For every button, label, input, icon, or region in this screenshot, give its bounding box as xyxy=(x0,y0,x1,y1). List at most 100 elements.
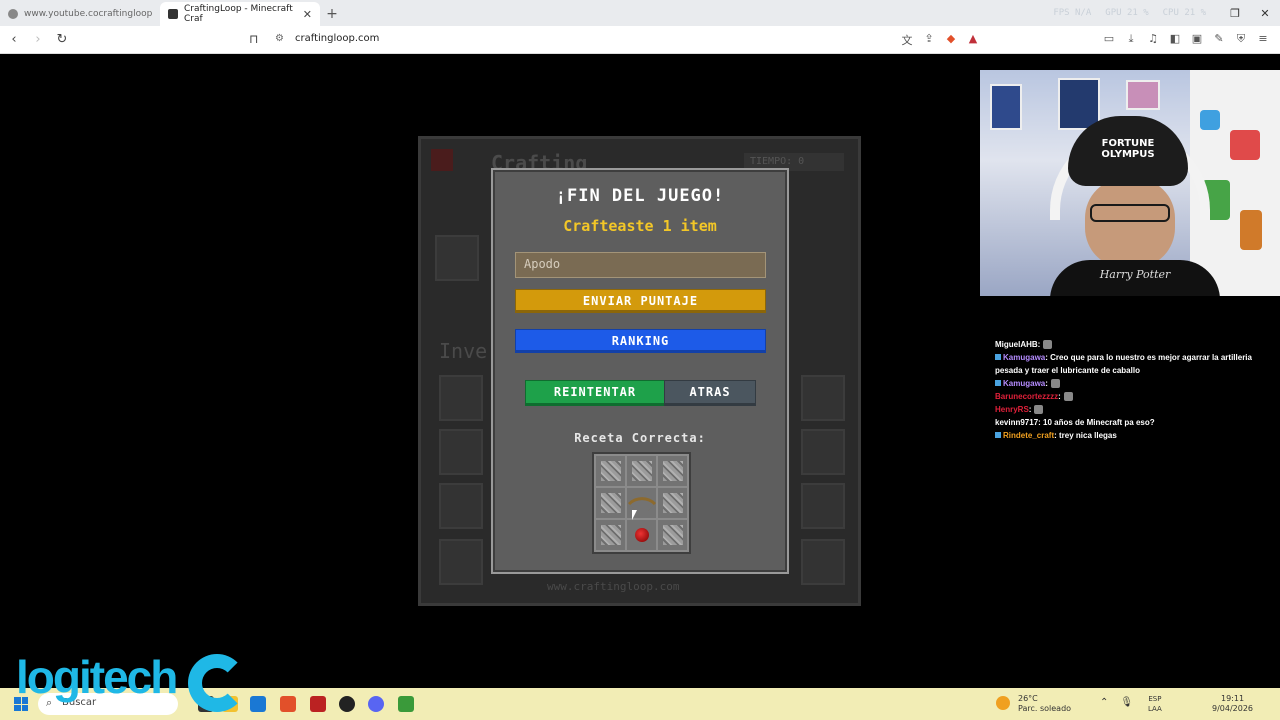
badge-icon xyxy=(995,380,1001,386)
lang-layout: LAA xyxy=(1148,705,1162,713)
microphone-icon[interactable]: 🎙 xyxy=(1120,697,1133,708)
face xyxy=(1085,178,1175,268)
cobblestone-icon xyxy=(600,525,621,545)
recipe-slot xyxy=(658,488,687,518)
emote-icon xyxy=(1050,379,1060,389)
weather-desc: Parc. soleado xyxy=(1018,704,1072,713)
tab-title: www.youtube.cocraftingloop xyxy=(24,9,153,19)
clock[interactable]: 19:11 9/04/2026 xyxy=(1212,694,1253,714)
vpn-icon[interactable]: ✎ xyxy=(1212,32,1226,46)
cobblestone-icon xyxy=(600,461,621,481)
restore-icon[interactable]: ❐ xyxy=(1220,7,1250,20)
cobblestone-icon xyxy=(631,461,652,481)
chat-message: HenryRS: xyxy=(995,403,1280,416)
cap: FORTUNE OLYMPUS xyxy=(1068,116,1188,186)
forward-icon[interactable]: › xyxy=(28,32,48,47)
tab-youtube[interactable]: www.youtube.cocraftingloop xyxy=(0,2,160,26)
translate-icon[interactable]: 文 xyxy=(900,32,914,48)
bookmark-icon[interactable]: ⊓ xyxy=(249,32,258,46)
back-icon[interactable]: ‹ xyxy=(4,32,24,47)
obs-icon[interactable] xyxy=(339,696,355,712)
browser-extensions: ▭ ⤓ ♫ ◧ ▣ ✎ ⛨ ≡ xyxy=(1102,32,1270,46)
browser-tab-bar: www.youtube.cocraftingloop CraftingLoop … xyxy=(0,0,1280,26)
address-bar-actions: 文 ⇪ ◆ ▲ xyxy=(900,32,980,48)
store-icon[interactable] xyxy=(250,696,266,712)
logitech-logo: logitech xyxy=(16,651,178,703)
close-window-icon[interactable]: ✕ xyxy=(1250,7,1280,20)
recipe-slot xyxy=(658,520,687,550)
stream-chat: MiguelAHB: Kamugawa: Creo que para lo nu… xyxy=(995,338,1280,442)
score-summary: Crafteaste 1 item xyxy=(563,217,717,235)
chat-message: MiguelAHB: xyxy=(995,338,1280,351)
minecraft-icon[interactable] xyxy=(398,696,414,712)
new-tab-button[interactable]: + xyxy=(320,2,344,26)
gpu-readout: GPU 21 % xyxy=(1105,8,1149,18)
close-tab-icon[interactable]: ✕ xyxy=(303,8,312,21)
emote-icon xyxy=(1043,340,1053,350)
glasses xyxy=(1090,204,1170,222)
clock-time: 19:11 xyxy=(1220,694,1245,703)
cpu-readout: CPU 21 % xyxy=(1162,8,1206,18)
game-over-modal: ¡FIN DEL JUEGO! Crafteaste 1 item Apodo … xyxy=(491,168,789,574)
inventory-label: Inve xyxy=(439,339,488,363)
tab-craftingloop[interactable]: CraftingLoop - Minecraft Craf ✕ xyxy=(160,2,320,26)
sun-icon xyxy=(996,696,1010,710)
redstone-icon xyxy=(634,528,649,542)
weather-widget[interactable]: 26°C Parc. soleado xyxy=(996,694,1072,714)
inventory-slot xyxy=(801,483,845,529)
ranking-button[interactable]: RANKING xyxy=(515,329,766,353)
recipe-slot xyxy=(627,520,656,550)
figure xyxy=(1230,130,1260,160)
emote-icon xyxy=(1063,392,1073,402)
cobblestone-icon xyxy=(662,461,683,481)
window-controls: FPS N/A GPU 21 % CPU 21 % ❐ ✕ xyxy=(1053,0,1280,26)
badge-icon xyxy=(995,354,1001,360)
tray-chevron-icon[interactable]: ⌃ xyxy=(1100,697,1108,708)
music-icon[interactable]: ♫ xyxy=(1146,32,1160,46)
badge-icon xyxy=(995,432,1001,438)
address-bar[interactable]: craftingloop.com xyxy=(295,33,379,44)
menu-icon[interactable]: ≡ xyxy=(1256,32,1270,46)
retry-button[interactable]: REINTENTAR xyxy=(525,380,665,406)
game-close-icon xyxy=(431,149,453,171)
inventory-slot xyxy=(801,429,845,475)
figure xyxy=(1240,210,1262,250)
submit-score-button[interactable]: ENVIAR PUNTAJE xyxy=(515,289,766,313)
streamer: FORTUNE OLYMPUS Harry Potter xyxy=(1050,110,1220,296)
system-tray: ⌃ 🎙 xyxy=(1100,697,1133,708)
poster xyxy=(990,84,1022,130)
inventory-slot xyxy=(439,483,483,529)
game-footer-url: www.craftingloop.com xyxy=(547,580,680,593)
webcam-overlay: FORTUNE OLYMPUS Harry Potter xyxy=(980,70,1280,296)
wallet-icon[interactable]: ▣ xyxy=(1190,32,1204,46)
recipe-grid xyxy=(592,452,691,554)
shield-icon[interactable]: ⛨ xyxy=(1234,32,1248,46)
chat-message: Barunecortezzzz: xyxy=(995,390,1280,403)
weather-temp: 26°C xyxy=(1018,694,1038,703)
chat-message: Kamugawa: xyxy=(995,377,1280,390)
recipe-slot xyxy=(596,520,625,550)
inventory-slot xyxy=(801,375,845,421)
streamer-app-icon[interactable] xyxy=(310,696,326,712)
recipe-slot xyxy=(596,488,625,518)
site-settings-icon[interactable]: ⚙ xyxy=(275,33,284,44)
discord-icon[interactable] xyxy=(368,696,384,712)
sidebar-icon[interactable]: ▭ xyxy=(1102,32,1116,46)
download-icon[interactable]: ⤓ xyxy=(1124,32,1138,46)
nickname-input[interactable]: Apodo xyxy=(515,252,766,278)
brave-rewards-icon[interactable]: ▲ xyxy=(966,32,980,48)
shirt-text: Harry Potter xyxy=(1099,268,1171,281)
reload-icon[interactable]: ↻ xyxy=(52,32,72,47)
back-button[interactable]: ATRAS xyxy=(664,380,756,406)
recipe-slot xyxy=(627,456,656,486)
language-indicator[interactable]: ESP LAA xyxy=(1148,694,1162,714)
panel-icon[interactable]: ◧ xyxy=(1168,32,1182,46)
clock-date: 9/04/2026 xyxy=(1212,704,1254,713)
fps-readout: FPS N/A xyxy=(1053,8,1092,18)
brave-browser-icon[interactable] xyxy=(280,696,296,712)
brave-shield-icon[interactable]: ◆ xyxy=(944,32,958,48)
cobblestone-icon xyxy=(662,493,683,513)
inventory-slot xyxy=(439,375,483,421)
share-icon[interactable]: ⇪ xyxy=(922,32,936,48)
cobblestone-icon xyxy=(662,525,683,545)
